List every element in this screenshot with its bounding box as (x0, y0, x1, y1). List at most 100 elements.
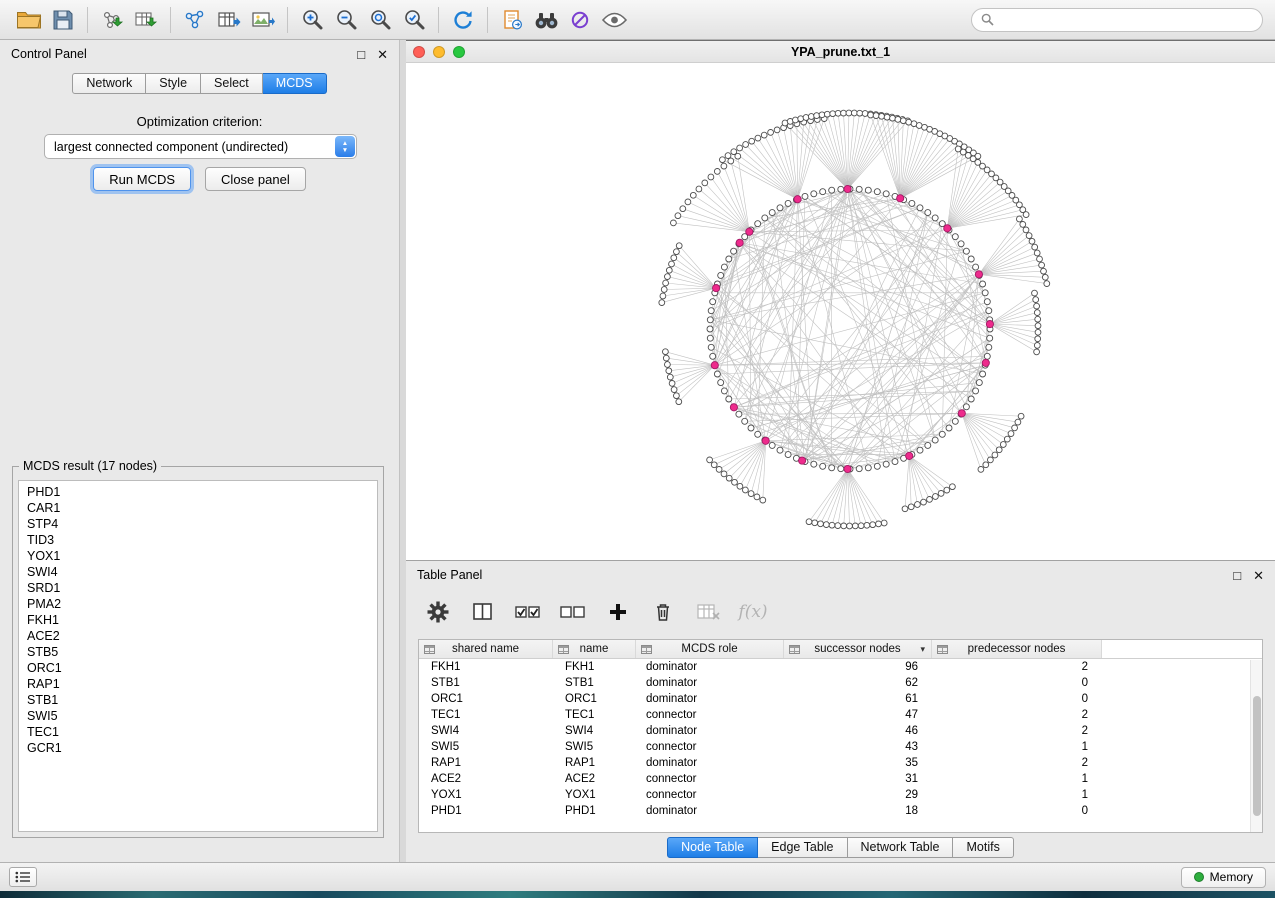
zoom-window-button[interactable] (453, 46, 465, 58)
mcds-node-item[interactable]: YOX1 (19, 548, 377, 564)
column-header-MCDS-role[interactable]: MCDS role (636, 640, 784, 658)
delete-column-button[interactable] (649, 599, 677, 625)
mcds-node-item[interactable]: STB5 (19, 644, 377, 660)
function-builder-button[interactable]: f(x) (739, 599, 767, 625)
table-cell: dominator (636, 677, 784, 689)
mcds-node-item[interactable]: FKH1 (19, 612, 377, 628)
table-cell: 2 (932, 709, 1102, 721)
zoom-in-button[interactable] (295, 5, 329, 35)
select-value: largest connected component (undirected) (54, 140, 288, 154)
show-columns-button[interactable] (469, 599, 497, 625)
close-panel-icon[interactable]: ✕ (377, 48, 388, 61)
table-cell: SWI5 (419, 741, 553, 753)
select-all-columns-button[interactable] (514, 599, 542, 625)
share-document-button[interactable] (495, 5, 529, 35)
table-cell: SWI4 (553, 725, 636, 737)
mcds-node-item[interactable]: TID3 (19, 532, 377, 548)
tab-network-table[interactable]: Network Table (848, 837, 954, 858)
table-row[interactable]: ORC1ORC1dominator610 (419, 691, 1262, 707)
mcds-node-item[interactable]: RAP1 (19, 676, 377, 692)
table-row[interactable]: ACE2ACE2connector311 (419, 771, 1262, 787)
export-image-icon (251, 10, 275, 30)
table-cell: 43 (784, 741, 932, 753)
tab-motifs[interactable]: Motifs (953, 837, 1013, 858)
mcds-node-item[interactable]: TEC1 (19, 724, 377, 740)
mcds-node-item[interactable]: STB1 (19, 692, 377, 708)
search-input[interactable] (1000, 13, 1253, 27)
minimize-window-button[interactable] (433, 46, 445, 58)
mcds-node-item[interactable]: GCR1 (19, 740, 377, 756)
hide-selected-button[interactable] (563, 5, 597, 35)
mcds-result-list[interactable]: PHD1CAR1STP4TID3YOX1SWI4SRD1PMA2FKH1ACE2… (18, 480, 378, 832)
open-file-button[interactable] (12, 5, 46, 35)
network-titlebar[interactable]: YPA_prune.txt_1 (406, 41, 1275, 63)
search-box[interactable] (971, 8, 1263, 32)
refresh-button[interactable] (446, 5, 480, 35)
table-row[interactable]: PHD1PHD1dominator180 (419, 803, 1262, 819)
tab-node-table[interactable]: Node Table (667, 837, 758, 858)
zoom-fit-icon (369, 8, 392, 31)
column-header-successor-nodes[interactable]: successor nodes▾ (784, 640, 932, 658)
tab-select[interactable]: Select (201, 73, 263, 94)
mcds-node-item[interactable]: PMA2 (19, 596, 377, 612)
new-network-button[interactable] (178, 5, 212, 35)
mcds-node-item[interactable]: PHD1 (19, 484, 377, 500)
scrollbar-thumb[interactable] (1253, 696, 1261, 816)
task-history-button[interactable] (9, 867, 37, 887)
save-session-button[interactable] (46, 5, 80, 35)
table-row[interactable]: SWI5SWI5connector431 (419, 739, 1262, 755)
close-window-button[interactable] (413, 46, 425, 58)
mcds-node-item[interactable]: SWI5 (19, 708, 377, 724)
import-network-button[interactable] (95, 5, 129, 35)
table-row[interactable]: TEC1TEC1connector472 (419, 707, 1262, 723)
close-panel-button[interactable]: Close panel (205, 167, 306, 191)
table-cell: 29 (784, 789, 932, 801)
memory-button[interactable]: Memory (1181, 867, 1266, 888)
search-icon (981, 13, 994, 26)
table-row[interactable]: FKH1FKH1dominator962 (419, 659, 1262, 675)
column-header-shared-name[interactable]: shared name (419, 640, 553, 658)
table-panel-title: Table Panel (417, 568, 482, 582)
add-column-button[interactable] (604, 599, 632, 625)
select-stepper-icon: ▲▼ (335, 136, 355, 157)
mcds-node-item[interactable]: SRD1 (19, 580, 377, 596)
table-row[interactable]: SWI4SWI4dominator462 (419, 723, 1262, 739)
table-cell: FKH1 (419, 661, 553, 673)
float-panel-icon[interactable]: □ (357, 48, 365, 61)
table-cell: connector (636, 789, 784, 801)
network-canvas[interactable] (406, 63, 1275, 560)
float-panel-icon[interactable]: □ (1233, 569, 1241, 582)
table-row[interactable]: YOX1YOX1connector291 (419, 787, 1262, 803)
deselect-all-columns-button[interactable] (559, 599, 587, 625)
sort-dropdown-icon[interactable]: ▾ (920, 644, 925, 655)
zoom-fit-button[interactable] (363, 5, 397, 35)
tab-mcds[interactable]: MCDS (263, 73, 327, 94)
close-panel-icon[interactable]: ✕ (1253, 569, 1264, 582)
import-table-button[interactable] (129, 5, 163, 35)
export-image-button[interactable] (246, 5, 280, 35)
table-row[interactable]: RAP1RAP1dominator352 (419, 755, 1262, 771)
mcds-node-item[interactable]: SWI4 (19, 564, 377, 580)
export-table-button[interactable] (212, 5, 246, 35)
run-mcds-button[interactable]: Run MCDS (93, 167, 191, 191)
tab-edge-table[interactable]: Edge Table (758, 837, 847, 858)
zoom-out-button[interactable] (329, 5, 363, 35)
table-settings-button[interactable] (424, 599, 452, 625)
mcds-node-item[interactable]: CAR1 (19, 500, 377, 516)
zoom-selected-button[interactable] (397, 5, 431, 35)
show-all-button[interactable] (597, 5, 631, 35)
delete-table-button[interactable] (694, 599, 722, 625)
mcds-node-item[interactable]: STP4 (19, 516, 377, 532)
mcds-node-item[interactable]: ORC1 (19, 660, 377, 676)
table-scrollbar[interactable] (1250, 660, 1262, 832)
tab-style[interactable]: Style (146, 73, 201, 94)
optimization-criterion-select[interactable]: largest connected component (undirected)… (44, 134, 357, 159)
table-cell: 61 (784, 693, 932, 705)
tab-network[interactable]: Network (72, 73, 146, 94)
mcds-node-item[interactable]: ACE2 (19, 628, 377, 644)
table-row[interactable]: STB1STB1dominator620 (419, 675, 1262, 691)
find-button[interactable] (529, 5, 563, 35)
column-header-name[interactable]: name (553, 640, 636, 658)
column-header-predecessor-nodes[interactable]: predecessor nodes (932, 640, 1102, 658)
refresh-icon (451, 8, 475, 32)
